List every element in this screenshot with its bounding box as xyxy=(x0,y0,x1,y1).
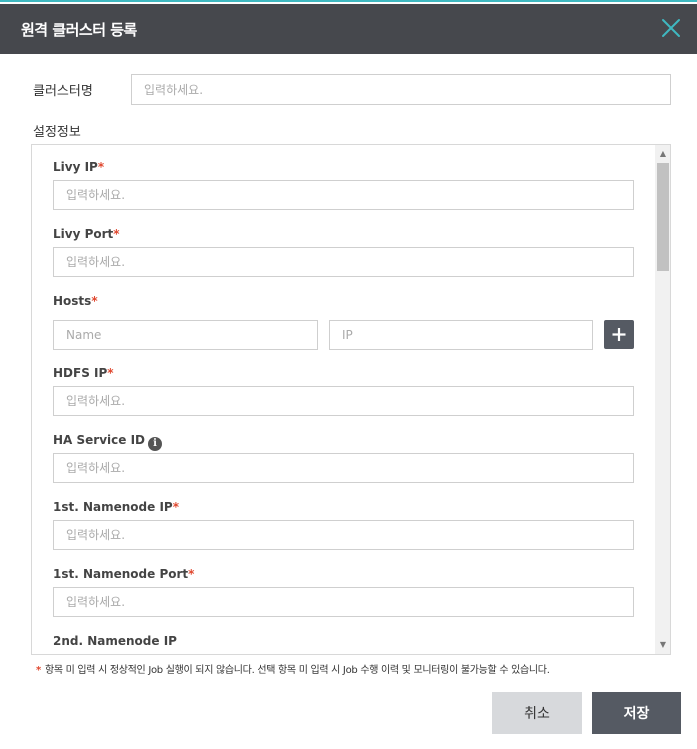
required-mark: * xyxy=(188,567,195,581)
register-remote-cluster-dialog: 원격 클러스터 등록 클러스터명 설정정보 Livy IP* Livy Port… xyxy=(0,0,697,749)
namenode2-ip-label: 2nd. Namenode IP xyxy=(53,634,177,648)
namenode1-port-input[interactable] xyxy=(53,587,634,617)
required-mark: * xyxy=(113,227,120,241)
ha-service-id-input[interactable] xyxy=(53,453,634,483)
host-name-input[interactable] xyxy=(53,320,318,350)
ha-service-id-label: HA Service ID i xyxy=(53,433,162,451)
required-mark: * xyxy=(91,294,98,308)
cluster-name-label: 클러스터명 xyxy=(33,84,93,99)
scroll-thumb[interactable] xyxy=(657,163,669,271)
namenode1-ip-label-text: 1st. Namenode IP xyxy=(53,500,173,514)
dialog-header: 원격 클러스터 등록 xyxy=(0,4,697,54)
livy-ip-label-text: Livy IP xyxy=(53,160,98,174)
hosts-label-text: Hosts xyxy=(53,294,92,308)
namenode2-ip-label-text: 2nd. Namenode IP xyxy=(53,634,177,648)
footnote-text: 항목 미 입력 시 정상적인 Job 실행이 되지 않습니다. 선택 항목 미 … xyxy=(44,665,550,676)
footnote-required-mark: * xyxy=(36,665,41,676)
add-host-button[interactable] xyxy=(604,320,634,349)
settings-panel[interactable]: Livy IP* Livy Port* Hosts* HDFS IP* HA S… xyxy=(31,144,671,655)
required-mark: * xyxy=(97,160,105,174)
settings-label: 설정정보 xyxy=(33,125,81,140)
hosts-label: Hosts* xyxy=(53,294,98,308)
close-icon[interactable] xyxy=(660,17,682,39)
hdfs-ip-label-text: HDFS IP xyxy=(53,366,108,380)
scroll-down-arrow-icon[interactable]: ▼ xyxy=(655,638,670,652)
info-icon[interactable]: i xyxy=(148,437,162,451)
livy-port-input[interactable] xyxy=(53,247,634,277)
cancel-button[interactable]: 취소 xyxy=(492,692,582,734)
settings-form: Livy IP* Livy Port* Hosts* HDFS IP* HA S… xyxy=(32,145,655,654)
save-button[interactable]: 저장 xyxy=(592,692,681,734)
namenode1-ip-label: 1st. Namenode IP* xyxy=(53,500,179,514)
required-footnote: * 항목 미 입력 시 정상적인 Job 실행이 되지 않습니다. 선택 항목 미… xyxy=(36,661,550,676)
host-ip-input[interactable] xyxy=(329,320,593,350)
required-mark: * xyxy=(107,366,114,380)
settings-scrollbar[interactable]: ▲ ▼ xyxy=(655,145,670,654)
required-mark: * xyxy=(172,500,179,514)
livy-ip-label: Livy IP* xyxy=(53,160,104,174)
dialog-title: 원격 클러스터 등록 xyxy=(21,21,137,39)
plus-icon xyxy=(612,328,626,341)
namenode1-port-label-text: 1st. Namenode Port xyxy=(53,567,189,581)
livy-port-label-text: Livy Port xyxy=(53,227,114,241)
scroll-up-arrow-icon[interactable]: ▲ xyxy=(655,147,670,161)
livy-ip-input[interactable] xyxy=(53,180,634,210)
namenode1-ip-input[interactable] xyxy=(53,520,634,550)
hdfs-ip-label: HDFS IP* xyxy=(53,366,114,380)
livy-port-label: Livy Port* xyxy=(53,227,120,241)
namenode1-port-label: 1st. Namenode Port* xyxy=(53,567,194,581)
hdfs-ip-input[interactable] xyxy=(53,386,634,416)
cluster-name-input[interactable] xyxy=(131,74,671,105)
ha-service-id-label-text: HA Service ID xyxy=(53,433,145,447)
